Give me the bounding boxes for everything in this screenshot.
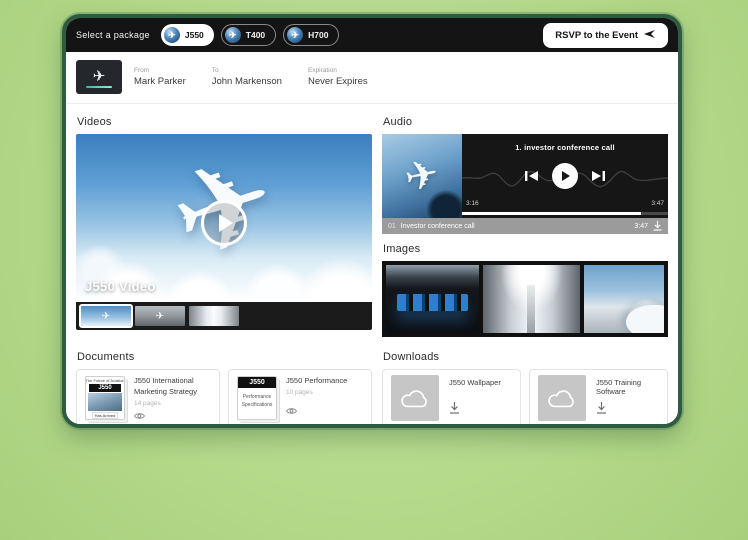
expiration-value: Never Expires bbox=[308, 76, 368, 87]
meta-to: To John Markenson bbox=[212, 67, 282, 87]
expiration-label: Expiration bbox=[308, 67, 368, 74]
audio-player: ✈ 1. investor conference call bbox=[382, 134, 668, 218]
download-icon[interactable] bbox=[653, 221, 662, 231]
topbar: Select a package ✈ J550 ✈ T400 ✈ H700 RS… bbox=[66, 18, 678, 52]
audio-panel: 1. investor conference call bbox=[462, 134, 668, 218]
video-thumbnail-strip: ✈ ✈ bbox=[76, 302, 372, 330]
play-icon bbox=[562, 171, 570, 181]
package-tab-label: T400 bbox=[246, 30, 265, 40]
airplane-icon: ✈ bbox=[401, 150, 443, 202]
track-title: Investor conference call bbox=[401, 223, 475, 230]
cloud-icon bbox=[544, 386, 580, 410]
download-placeholder-thumbnail bbox=[391, 375, 439, 421]
video-play-button[interactable] bbox=[201, 200, 247, 246]
video-thumbnail-2[interactable]: ✈ bbox=[135, 306, 185, 326]
track-index: 01 bbox=[388, 223, 396, 230]
download-card-wallpaper[interactable]: J550 Wallpaper bbox=[382, 369, 521, 427]
package-thumbnail-image: ✈ bbox=[76, 60, 122, 94]
audio-heading: Audio bbox=[383, 116, 668, 128]
meta-from: From Mark Parker bbox=[134, 67, 186, 87]
download-placeholder-thumbnail bbox=[538, 375, 586, 421]
document-title: J550 Performance bbox=[286, 376, 347, 387]
document-title: J550 International Marketing Strategy bbox=[134, 376, 211, 398]
rsvp-button[interactable]: RSVP to the Event bbox=[543, 23, 668, 48]
cockpit-screens-decoration bbox=[397, 294, 468, 312]
package-tab-h700[interactable]: ✈ H700 bbox=[283, 24, 339, 46]
thumbnail-streak-decoration bbox=[86, 86, 112, 88]
view-document-icon[interactable] bbox=[286, 402, 347, 420]
from-value: Mark Parker bbox=[134, 76, 186, 87]
audio-progress-bar[interactable] bbox=[462, 212, 668, 215]
package-tab-label: H700 bbox=[308, 30, 328, 40]
download-icon[interactable] bbox=[449, 401, 501, 419]
audio-controls bbox=[462, 163, 668, 189]
from-label: From bbox=[134, 67, 186, 74]
documents-heading: Documents bbox=[77, 351, 372, 363]
cover-top-text: The Future of Aviation bbox=[85, 377, 124, 383]
meta-expiration: Expiration Never Expires bbox=[308, 67, 368, 87]
previous-track-button[interactable] bbox=[525, 170, 538, 182]
select-package-label: Select a package bbox=[76, 30, 150, 40]
cover-model-text: J550 bbox=[89, 384, 121, 392]
audio-time-labels: 3:16 3:47 bbox=[466, 200, 664, 207]
download-title: J550 Training Software bbox=[596, 378, 659, 396]
document-cover-thumbnail: J550 Performance Specifications bbox=[237, 376, 277, 420]
video-player[interactable]: ✈ J550 Video ✈ ✈ bbox=[76, 134, 372, 330]
cover-model-text: J550 bbox=[237, 377, 277, 388]
rsvp-label: RSVP to the Event bbox=[555, 30, 638, 41]
document-card-performance[interactable]: J550 Performance Specifications J550 Per… bbox=[228, 369, 372, 427]
package-meta-header: ✈ From Mark Parker To John Markenson Exp… bbox=[66, 52, 678, 104]
package-viewer-window: Select a package ✈ J550 ✈ T400 ✈ H700 RS… bbox=[62, 14, 682, 428]
to-value: John Markenson bbox=[212, 76, 282, 87]
to-label: To bbox=[212, 67, 282, 74]
play-icon bbox=[219, 214, 233, 232]
download-card-training-software[interactable]: J550 Training Software bbox=[529, 369, 668, 427]
cover-bottom-text: Has Arrived bbox=[92, 412, 119, 419]
document-page-count: 14 pages bbox=[134, 400, 211, 407]
video-preview-image[interactable]: ✈ J550 Video bbox=[76, 134, 372, 302]
package-tab-t400[interactable]: ✈ T400 bbox=[221, 24, 276, 46]
audio-cover-image: ✈ bbox=[382, 134, 462, 218]
elapsed-time: 3:16 bbox=[466, 200, 479, 207]
package-tab-j550[interactable]: ✈ J550 bbox=[161, 24, 214, 46]
images-heading: Images bbox=[383, 243, 668, 255]
total-duration: 3:47 bbox=[651, 200, 664, 207]
cloud-icon bbox=[397, 386, 433, 410]
document-page-count: 10 pages bbox=[286, 389, 347, 396]
package-tab-label: J550 bbox=[185, 30, 204, 40]
send-icon bbox=[644, 29, 656, 42]
audio-progress-fill bbox=[462, 212, 641, 215]
cover-subtitle-text: Performance Specifications bbox=[238, 394, 276, 409]
track-duration: 3:47 bbox=[634, 223, 648, 230]
cover-photo bbox=[88, 393, 122, 411]
videos-heading: Videos bbox=[77, 116, 372, 128]
airplane-exterior-image[interactable] bbox=[584, 265, 664, 333]
cabin-interior-image[interactable] bbox=[483, 265, 580, 333]
downloads-heading: Downloads bbox=[383, 351, 668, 363]
video-thumbnail-3[interactable] bbox=[189, 306, 239, 326]
document-cover-thumbnail: The Future of Aviation J550 Has Arrived bbox=[85, 376, 125, 420]
airplane-nose-decoration bbox=[626, 305, 664, 333]
airplane-package-icon: ✈ bbox=[287, 27, 303, 43]
cabin-aisle-decoration bbox=[527, 285, 535, 333]
audio-playlist-row[interactable]: 01 Investor conference call 3:47 bbox=[382, 218, 668, 234]
airplane-package-icon: ✈ bbox=[164, 27, 180, 43]
audio-play-button[interactable] bbox=[552, 163, 578, 189]
cockpit-image[interactable] bbox=[386, 265, 479, 333]
airplane-icon: ✈ bbox=[93, 67, 106, 85]
airplane-icon: ✈ bbox=[135, 306, 185, 326]
download-title: J550 Wallpaper bbox=[449, 378, 501, 387]
document-card-marketing-strategy[interactable]: The Future of Aviation J550 Has Arrived … bbox=[76, 369, 220, 427]
now-playing-title: 1. investor conference call bbox=[462, 143, 668, 152]
download-icon[interactable] bbox=[596, 401, 659, 419]
airplane-icon: ✈ bbox=[81, 306, 131, 326]
airplane-package-icon: ✈ bbox=[225, 27, 241, 43]
next-track-button[interactable] bbox=[592, 170, 605, 182]
view-document-icon[interactable] bbox=[134, 407, 211, 425]
video-title-overlay: J550 Video bbox=[85, 279, 156, 294]
video-thumbnail-1[interactable]: ✈ bbox=[81, 306, 131, 326]
images-gallery bbox=[382, 261, 668, 337]
